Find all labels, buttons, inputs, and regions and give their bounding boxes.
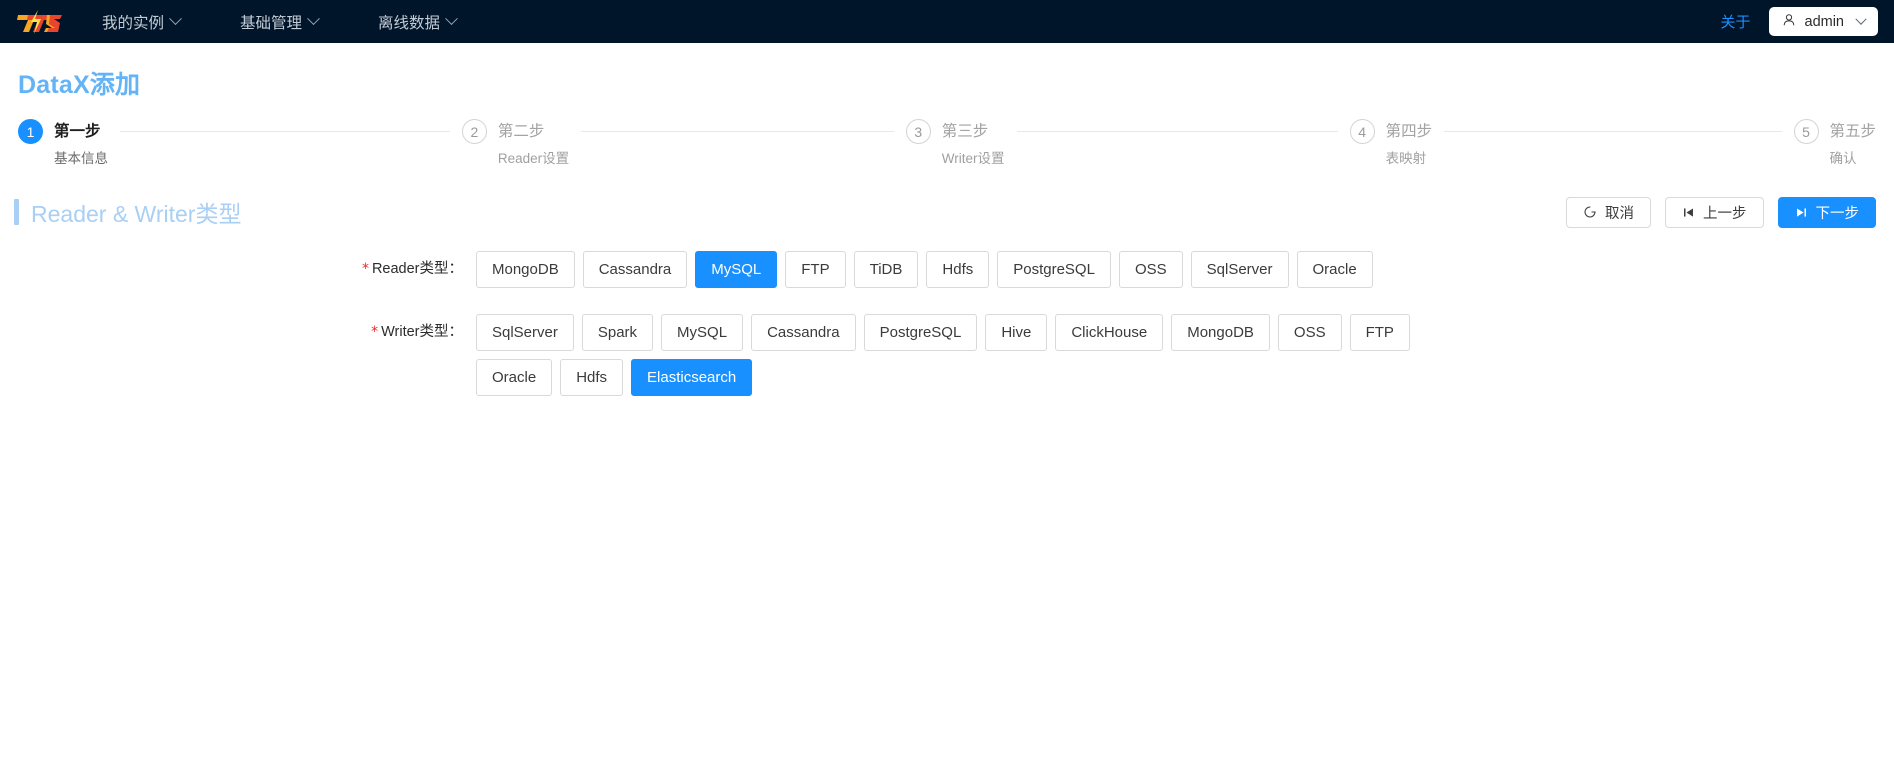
reader-type-row: * Reader类型： MongoDB Cassandra MySQL FTP T… [0,251,1894,296]
reader-option-cassandra[interactable]: Cassandra [582,251,688,288]
reader-type-label: * Reader类型： [0,251,476,288]
step-text-group: 第三步 Writer设置 [942,119,1005,167]
user-name-label: admin [1804,13,1845,30]
step-number: 3 [905,119,931,144]
section-accent-bar [14,199,19,225]
reader-option-sqlserver[interactable]: SqlServer [1190,251,1289,288]
ts-lightning-logo[interactable] [14,8,64,36]
reader-type-options: MongoDB Cassandra MySQL FTP TiDB Hdfs Po… [476,251,1381,296]
nav-item-label: 离线数据 [378,14,441,32]
reader-option-oracle[interactable]: Oracle [1296,251,1373,288]
steps-progress: 1 第一步 基本信息 2 第二步 Reader设置 3 第三步 Writer设置… [18,119,1876,167]
reader-type-label-text: Reader类型： [371,261,463,277]
writer-option-sqlserver[interactable]: SqlServer [476,314,574,351]
reset-circle-icon [1583,205,1597,219]
chevron-down-icon [445,12,458,26]
step-description: 表映射 [1385,151,1427,166]
chevron-down-icon [1855,13,1867,25]
writer-option-mongodb[interactable]: MongoDB [1171,314,1270,351]
nav-item-label: 基础管理 [240,14,303,32]
writer-type-label: * Writer类型： [0,314,476,351]
next-step-button-label: 下一步 [1815,205,1860,222]
reader-option-tidb[interactable]: TiDB [853,251,919,288]
step-forward-icon [1795,206,1808,219]
writer-option-hdfs[interactable]: Hdfs [560,359,624,396]
writer-option-postgresql[interactable]: PostgreSQL [863,314,978,351]
required-asterisk: * [371,324,379,341]
reader-option-mysql[interactable]: MySQL [695,251,778,288]
cancel-button[interactable]: 取消 [1566,196,1651,228]
section-title: Reader & Writer类型 [14,195,241,229]
step-text-group: 第一步 基本信息 [54,119,108,167]
page-title: DataX添加 [18,71,141,99]
reader-option-oss[interactable]: OSS [1118,251,1183,288]
writer-option-oracle[interactable]: Oracle [476,359,553,396]
writer-type-row: * Writer类型： SqlServer Spark MySQL Cassand… [0,314,1894,404]
step-description: 确认 [1829,151,1857,166]
writer-type-options: SqlServer Spark MySQL Cassandra PostgreS… [476,314,1486,404]
nav-item-my-instances[interactable]: 我的实例 [102,0,182,43]
user-menu[interactable]: admin [1768,7,1878,36]
reader-option-mongodb[interactable]: MongoDB [476,251,575,288]
step-title: 第三步 [941,123,989,140]
nav-item-label: 我的实例 [102,14,165,32]
nav-item-offline-data[interactable]: 离线数据 [378,0,458,43]
previous-step-button[interactable]: 上一步 [1665,196,1764,228]
step-description: 基本信息 [54,151,108,166]
step-connector-line [120,131,450,132]
step-title: 第一步 [54,123,101,140]
step-number: 1 [18,119,43,144]
step-text-group: 第五步 确认 [1830,119,1877,167]
reader-option-postgresql[interactable]: PostgreSQL [997,251,1111,288]
nav-menu: 我的实例 基础管理 离线数据 [102,0,516,43]
chevron-down-icon [169,12,182,26]
writer-option-spark[interactable]: Spark [581,314,654,351]
step-item-2[interactable]: 2 第二步 Reader设置 [461,119,906,167]
step-connector-line [1444,131,1782,132]
step-number: 2 [461,119,487,144]
step-number: 4 [1349,119,1375,144]
about-link[interactable]: 关于 [1720,11,1750,32]
writer-option-clickhouse[interactable]: ClickHouse [1055,314,1164,351]
step-title: 第四步 [1385,123,1433,140]
section-header-row: Reader & Writer类型 取消 上一步 下一步 [0,195,1894,229]
nav-right-group: 关于 admin [1720,7,1878,36]
writer-option-elasticsearch[interactable]: Elasticsearch [631,359,753,396]
section-title-label: Reader & Writer类型 [31,201,242,227]
nav-item-basic-management[interactable]: 基础管理 [240,0,320,43]
reader-writer-form: * Reader类型： MongoDB Cassandra MySQL FTP T… [0,251,1894,404]
step-item-4[interactable]: 4 第四步 表映射 [1349,119,1794,167]
step-connector-line [581,131,894,132]
reader-option-hdfs[interactable]: Hdfs [926,251,990,288]
writer-option-mysql[interactable]: MySQL [661,314,744,351]
step-description: Writer设置 [941,151,1005,166]
step-title: 第五步 [1829,123,1877,140]
step-number: 5 [1793,119,1819,144]
writer-option-cassandra[interactable]: Cassandra [751,314,856,351]
required-asterisk: * [361,261,369,278]
top-navigation-bar: 我的实例 基础管理 离线数据 关于 admin [0,0,1894,43]
step-backward-icon [1682,206,1695,219]
step-connector-line [1016,131,1338,132]
writer-option-oss[interactable]: OSS [1277,314,1342,351]
step-item-1[interactable]: 1 第一步 基本信息 [18,119,462,167]
step-item-3[interactable]: 3 第三步 Writer设置 [905,119,1350,167]
user-avatar-icon [1782,13,1796,31]
writer-option-ftp[interactable]: FTP [1349,314,1410,351]
step-description: Reader设置 [497,151,570,166]
cancel-button-label: 取消 [1605,205,1634,222]
writer-option-hive[interactable]: Hive [985,314,1048,351]
reader-option-ftp[interactable]: FTP [785,251,846,288]
step-text-group: 第四步 表映射 [1386,119,1433,167]
previous-step-button-label: 上一步 [1703,205,1747,222]
step-title: 第二步 [497,123,545,140]
chevron-down-icon [307,12,320,26]
writer-type-label-text: Writer类型： [381,324,463,340]
step-item-5[interactable]: 5 第五步 确认 [1793,119,1877,167]
step-text-group: 第二步 Reader设置 [498,119,569,167]
next-step-button[interactable]: 下一步 [1777,196,1876,228]
wizard-toolbar: 取消 上一步 下一步 [1566,196,1876,228]
